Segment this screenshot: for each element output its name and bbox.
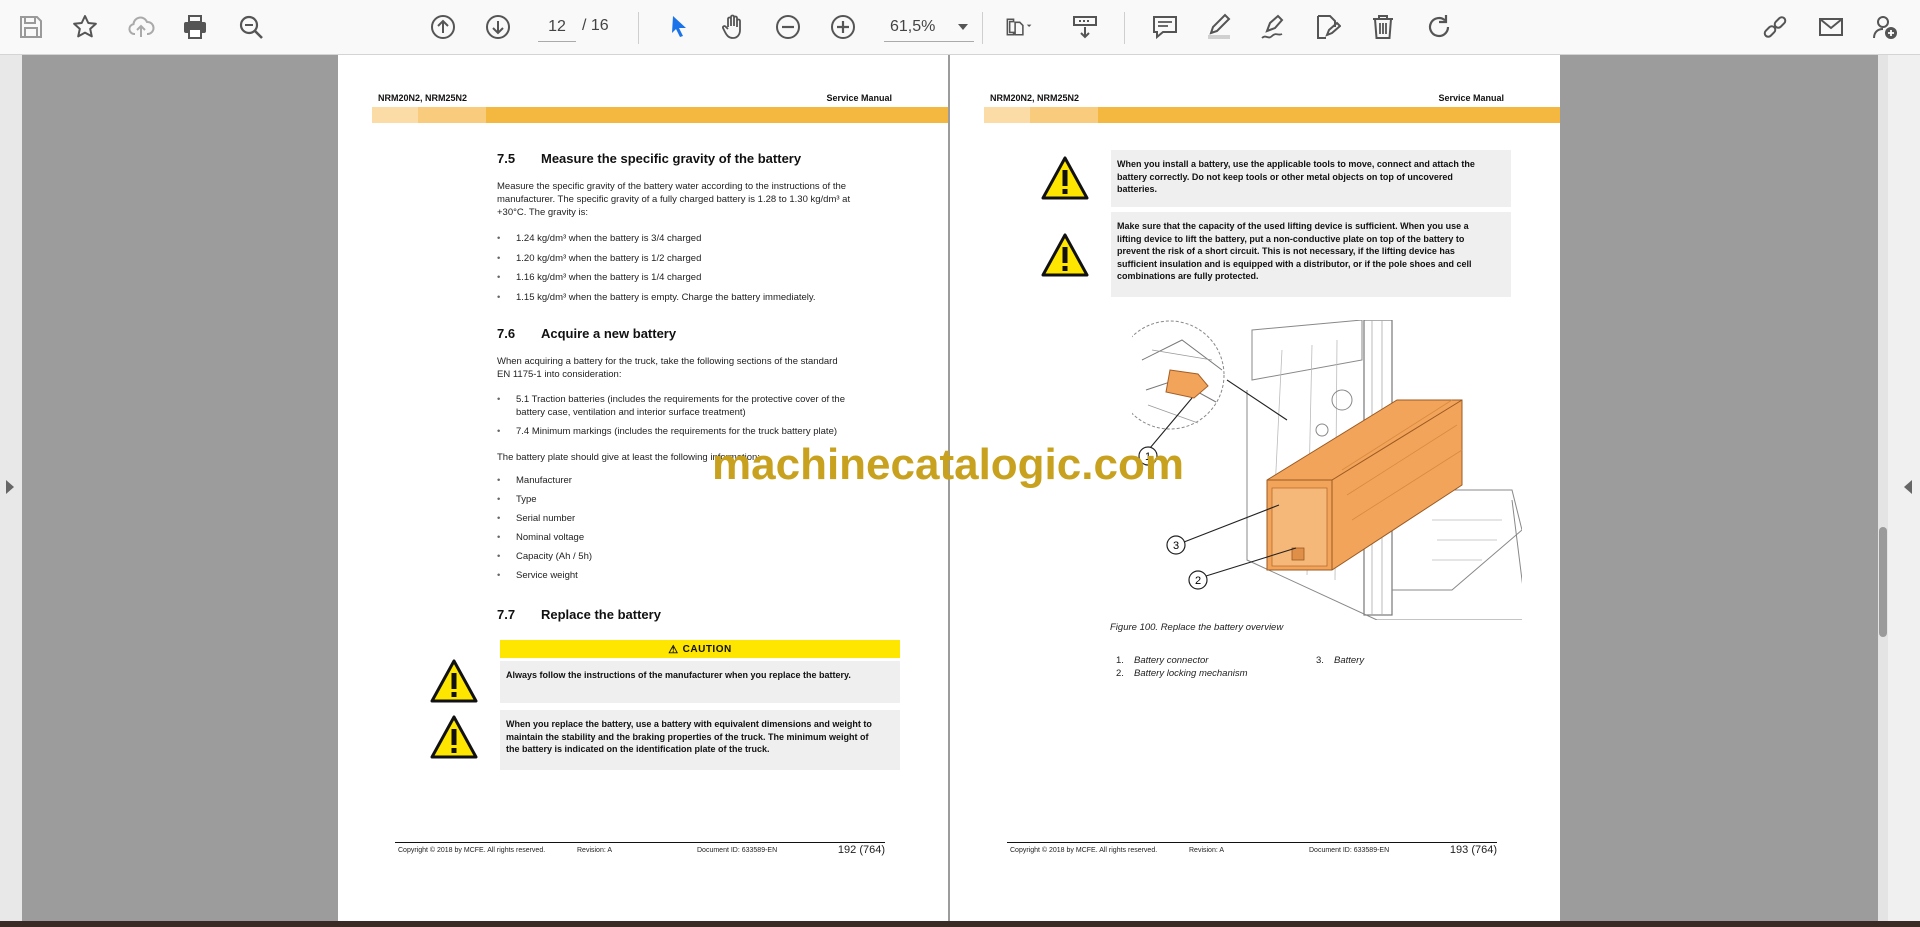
- footer-copyright: Copyright © 2018 by MCFE. All rights res…: [1010, 847, 1158, 854]
- comment-icon[interactable]: [1148, 10, 1182, 44]
- section-heading: 7.6 Acquire a new battery: [497, 326, 677, 341]
- share-link-icon[interactable]: [1758, 10, 1792, 44]
- list-item: 1.15 kg/dm³ when the battery is empty. C…: [497, 291, 897, 304]
- save-icon[interactable]: [14, 10, 48, 44]
- zoom-search-icon[interactable]: [234, 10, 268, 44]
- header-title: Service Manual: [826, 93, 892, 103]
- zoom-out-icon[interactable]: [771, 10, 805, 44]
- footer-page-number: 193 (764): [1449, 844, 1497, 856]
- bookmark-star-icon[interactable]: [68, 10, 102, 44]
- section-heading: 7.7 Replace the battery: [497, 607, 661, 622]
- page-footer: Copyright © 2018 by MCFE. All rights res…: [1007, 842, 1497, 856]
- plate-info-list: Manufacturer Type Serial number Nominal …: [497, 474, 897, 582]
- scroll-mode-icon[interactable]: [1068, 10, 1102, 44]
- caution-note: Always follow the instructions of the ma…: [500, 661, 900, 703]
- warning-icon: [1041, 233, 1089, 277]
- paragraph: Measure the specific gravity of the batt…: [497, 181, 851, 218]
- warning-note: When you install a battery, use the appl…: [1111, 150, 1511, 207]
- expand-left-panel-icon[interactable]: [6, 480, 14, 494]
- chevron-down-icon: [958, 23, 968, 30]
- vertical-scrollbar[interactable]: [1878, 55, 1888, 921]
- footer-revision: Revision: A: [577, 847, 613, 854]
- battery-locking-mechanism: [1291, 547, 1305, 561]
- footer-revision: Revision: A: [1189, 847, 1225, 854]
- footer-document-id: Document ID: 633589-EN: [697, 847, 778, 854]
- list-item: 1.20 kg/dm³ when the battery is 1/2 char…: [497, 252, 897, 265]
- fit-page-icon[interactable]: [998, 10, 1040, 44]
- add-user-icon[interactable]: [1868, 10, 1902, 44]
- delete-icon[interactable]: [1366, 10, 1400, 44]
- paragraph: When acquiring a battery for the truck, …: [497, 356, 838, 380]
- email-icon[interactable]: [1814, 10, 1848, 44]
- zoom-in-icon[interactable]: [826, 10, 860, 44]
- expand-right-panel-icon[interactable]: [1904, 480, 1912, 494]
- list-item: 7.4 Minimum markings (includes the requi…: [497, 425, 897, 438]
- select-cursor-icon[interactable]: [662, 10, 696, 44]
- warning-note: Make sure that the capacity of the used …: [1111, 212, 1511, 297]
- callout-3-label: 3: [1173, 540, 1179, 552]
- footer-copyright: Copyright © 2018 by MCFE. All rights res…: [398, 847, 546, 854]
- list-item: 5.1 Traction batteries (includes the req…: [497, 393, 897, 419]
- cloud-upload-icon[interactable]: [124, 10, 158, 44]
- zoom-level-select[interactable]: 61,5%: [884, 12, 974, 42]
- legend-item: 3. Battery: [1316, 655, 1365, 666]
- list-item: 1.24 kg/dm³ when the battery is 3/4 char…: [497, 232, 897, 245]
- list-item: Capacity (Ah / 5h): [497, 550, 897, 563]
- header-title: Service Manual: [1438, 93, 1504, 103]
- left-panel-edge: [0, 55, 22, 921]
- list-item: Type: [497, 493, 897, 506]
- page-total: / 16: [582, 17, 609, 34]
- zoom-level-value: 61,5%: [890, 17, 936, 35]
- list-item: Service weight: [497, 569, 897, 582]
- list-item: Serial number: [497, 512, 897, 525]
- toolbar-separator: [638, 12, 639, 44]
- scrollbar-thumb[interactable]: [1879, 527, 1887, 637]
- caution-note: When you replace the battery, use a batt…: [500, 710, 900, 770]
- gravity-list: 1.24 kg/dm³ when the battery is 3/4 char…: [497, 232, 897, 304]
- highlight-pen-icon[interactable]: [1202, 10, 1236, 44]
- header-band: [372, 107, 948, 123]
- legend-item: 1. Battery connector: [1116, 655, 1209, 666]
- footer-page-number: 192 (764): [837, 844, 885, 856]
- sign-icon[interactable]: [1310, 10, 1344, 44]
- header-model: NRM20N2, NRM25N2: [378, 93, 468, 103]
- rotate-icon[interactable]: [1422, 10, 1456, 44]
- page-number-input[interactable]: [538, 12, 576, 42]
- toolbar-separator: [982, 12, 983, 44]
- draw-pen-icon[interactable]: [1256, 10, 1290, 44]
- print-icon[interactable]: [178, 10, 212, 44]
- callout-2-label: 2: [1195, 575, 1201, 587]
- hand-pan-icon[interactable]: [716, 10, 750, 44]
- caution-banner: ⚠ CAUTION: [500, 640, 900, 658]
- list-item: Nominal voltage: [497, 531, 897, 544]
- watermark: machinecatalogic.com: [712, 440, 1184, 489]
- legend-item: 2. Battery locking mechanism: [1116, 668, 1248, 679]
- list-item: 1.16 kg/dm³ when the battery is 1/4 char…: [497, 271, 897, 284]
- footer-document-id: Document ID: 633589-EN: [1309, 847, 1390, 854]
- section-heading: 7.5 Measure the specific gravity of the b…: [497, 151, 802, 166]
- header-band: [984, 107, 1560, 123]
- toolbar: / 16 61,5%: [0, 0, 1920, 55]
- page-footer: Copyright © 2018 by MCFE. All rights res…: [395, 842, 885, 856]
- bottom-strip: [0, 921, 1920, 927]
- warning-icon: [430, 715, 478, 759]
- page-up-icon[interactable]: [426, 10, 460, 44]
- page-down-icon[interactable]: [481, 10, 515, 44]
- warning-icon: ⚠: [668, 643, 679, 656]
- battery-overview-figure: 1 3 2: [1132, 320, 1522, 620]
- header-model: NRM20N2, NRM25N2: [990, 93, 1080, 103]
- warning-icon: [1041, 156, 1089, 200]
- toolbar-separator: [1124, 12, 1125, 44]
- figure-caption: Figure 100. Replace the battery overview: [1110, 622, 1284, 633]
- standard-list: 5.1 Traction batteries (includes the req…: [497, 393, 897, 438]
- warning-icon: [430, 659, 478, 703]
